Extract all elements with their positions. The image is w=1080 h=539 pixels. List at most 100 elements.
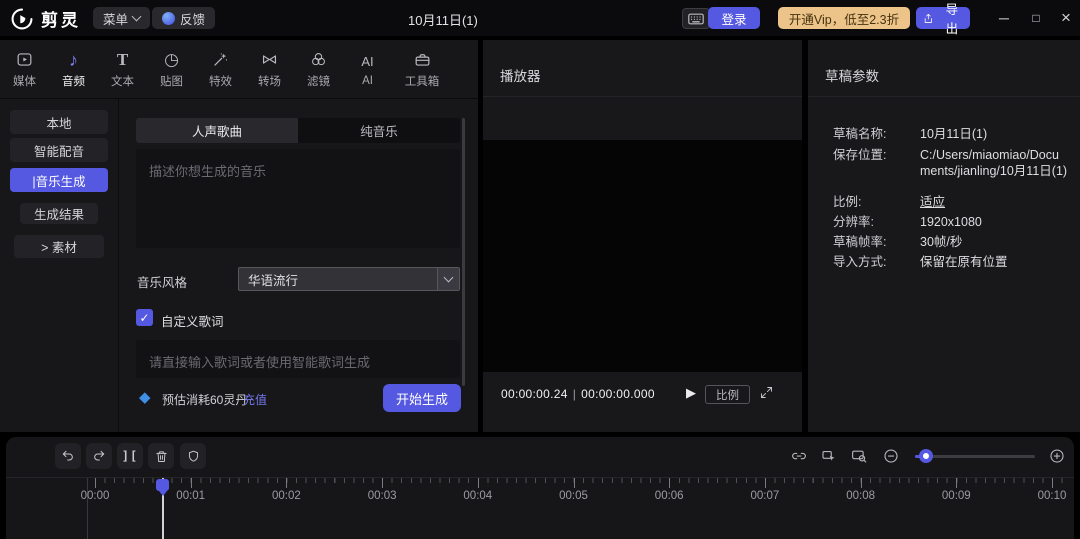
video-preview-area — [483, 140, 802, 372]
ribbon-tab-media[interactable]: 媒体 — [0, 43, 49, 95]
timeline-zoom-slider-knob[interactable] — [919, 449, 933, 463]
custom-lyrics-checkbox[interactable]: ✓ — [136, 309, 153, 326]
vip-label: 开通Vip，低至2.3折 — [789, 9, 899, 28]
tab-instrumental[interactable]: 纯音乐 — [298, 118, 460, 143]
minimize-button[interactable]: ─ — [994, 8, 1014, 28]
document-title[interactable]: 10月11日(1) — [408, 10, 478, 29]
export-button[interactable]: 导出 — [916, 7, 970, 29]
media-icon — [15, 50, 34, 70]
export-icon — [922, 12, 935, 25]
feedback-button[interactable]: 反馈 — [152, 7, 215, 29]
ruler-major-tick — [861, 478, 862, 488]
feedback-button-label: 反馈 — [180, 9, 205, 28]
custom-lyrics-label: 自定义歌词 — [161, 311, 224, 330]
sidebar-item-local[interactable]: 本地 — [10, 110, 108, 134]
aspect-ratio-button[interactable]: 比例 — [705, 385, 750, 404]
undo-icon — [60, 448, 76, 464]
param-label: 草稿帧率: — [833, 235, 920, 251]
timeline-ruler[interactable]: 00:0000:0100:0200:0300:0400:0500:0600:07… — [6, 478, 1074, 539]
snap-button[interactable] — [820, 447, 838, 465]
shortcut-keyboard-button[interactable] — [682, 8, 710, 29]
timeline-zoom-slider[interactable] — [915, 455, 1035, 458]
player-header-divider — [483, 96, 802, 97]
text-tool-icon: T — [117, 50, 128, 70]
ribbon-tab-text[interactable]: T 文本 — [98, 43, 147, 95]
param-row-import-mode: 导入方式: 保留在原有位置 — [833, 255, 1068, 271]
sidebar-item-assets[interactable]: > 素材 — [14, 235, 104, 258]
maximize-button[interactable]: □ — [1026, 8, 1046, 28]
ribbon-tab-ai[interactable]: AI AI — [343, 43, 392, 95]
player-panel: 播放器 00:00:00.24|00:00:00.000 ▶ 比例 — [483, 40, 802, 432]
ribbon-tab-filter[interactable]: 滤镜 — [294, 43, 343, 95]
ruler-minor-ticks — [95, 478, 1071, 483]
ruler-time-label: 00:05 — [559, 490, 588, 502]
ribbon-tab-sticker[interactable]: ◷ 贴图 — [147, 43, 196, 95]
app-window: 剪灵 菜单 反馈 10月11日(1) 登录 开通Vip，低至2.3折 — [0, 0, 1080, 539]
ruler-major-tick — [669, 478, 670, 488]
param-label: 草稿名称: — [833, 127, 920, 143]
generate-button[interactable]: 开始生成 — [383, 384, 461, 412]
redo-button[interactable] — [86, 443, 112, 469]
sidebar-item-music-generation[interactable]: |音乐生成 — [10, 168, 108, 192]
preview-axis-button[interactable] — [850, 447, 868, 465]
transition-bowtie-icon — [260, 50, 279, 70]
ruler-time-label: 00:01 — [176, 490, 205, 502]
zoom-out-icon — [882, 447, 900, 465]
lyrics-input[interactable] — [136, 340, 460, 378]
maximize-icon: □ — [1032, 11, 1039, 25]
recharge-link[interactable]: 充值 — [243, 391, 267, 408]
sticker-icon: ◷ — [164, 50, 179, 70]
music-style-select[interactable]: 华语流行 — [238, 267, 460, 291]
filter-circles-icon — [309, 50, 328, 70]
cost-estimate-text: 预估消耗60灵丹 — [162, 391, 247, 408]
close-button[interactable]: × — [1056, 8, 1076, 28]
delete-button[interactable] — [148, 443, 174, 469]
ruler-major-tick — [478, 478, 479, 488]
login-button[interactable]: 登录 — [708, 7, 760, 29]
menu-button-label: 菜单 — [103, 9, 128, 28]
undo-button[interactable] — [55, 443, 81, 469]
param-value: 保留在原有位置 — [920, 255, 1068, 271]
param-value-aspect-link[interactable]: 适应 — [920, 195, 1068, 211]
chevron-down-icon — [444, 273, 454, 283]
zoom-out-button[interactable] — [882, 447, 900, 465]
draft-params-divider — [808, 96, 1080, 97]
fullscreen-button[interactable] — [759, 385, 774, 400]
trash-icon — [154, 449, 169, 464]
ribbon-tab-toolbox[interactable]: 工具箱 — [392, 43, 452, 95]
panel-scrollbar[interactable] — [462, 118, 465, 386]
ribbon-divider — [0, 98, 478, 99]
titlebar: 剪灵 菜单 反馈 10月11日(1) 登录 开通Vip，低至2.3折 — [0, 0, 1080, 36]
play-button[interactable]: ▶ — [680, 384, 702, 402]
total-time: 00:00:00.000 — [581, 387, 655, 401]
ruler-time-label: 00:08 — [846, 490, 875, 502]
timecode-display: 00:00:00.24|00:00:00.000 — [501, 387, 655, 401]
playhead[interactable] — [156, 479, 169, 491]
music-description-input[interactable] — [136, 149, 460, 248]
link-clips-button[interactable] — [790, 447, 808, 465]
vip-button[interactable]: 开通Vip，低至2.3折 — [778, 7, 910, 29]
app-logo: 剪灵 — [10, 6, 81, 31]
menu-button[interactable]: 菜单 — [93, 7, 150, 29]
sidebar-item-generation-results[interactable]: 生成结果 — [20, 203, 98, 224]
current-time: 00:00:00.24 — [501, 387, 568, 401]
toolbox-icon — [413, 50, 432, 70]
ribbon-tab-effects[interactable]: 特效 — [196, 43, 245, 95]
zoom-in-button[interactable] — [1048, 447, 1066, 465]
param-value: 30帧/秒 — [920, 235, 1068, 251]
ruler-major-tick — [95, 478, 96, 488]
param-label: 保存位置: — [833, 148, 920, 179]
ribbon-tab-transition[interactable]: 转场 — [245, 43, 294, 95]
shield-button[interactable] — [180, 443, 206, 469]
snap-icon — [820, 447, 838, 465]
split-button[interactable]: ][ — [117, 443, 143, 469]
magic-wand-icon — [211, 50, 230, 70]
ribbon-tab-audio[interactable]: ♪ 音频 — [49, 43, 98, 95]
split-icon: ][ — [122, 449, 138, 463]
play-icon: ▶ — [686, 385, 696, 400]
track-start-line — [87, 478, 88, 539]
sidebar-item-smart-voiceover[interactable]: 智能配音 — [10, 138, 108, 162]
ruler-time-label: 00:02 — [272, 490, 301, 502]
player-title: 播放器 — [500, 65, 541, 85]
tab-vocal-song[interactable]: 人声歌曲 — [136, 118, 298, 143]
